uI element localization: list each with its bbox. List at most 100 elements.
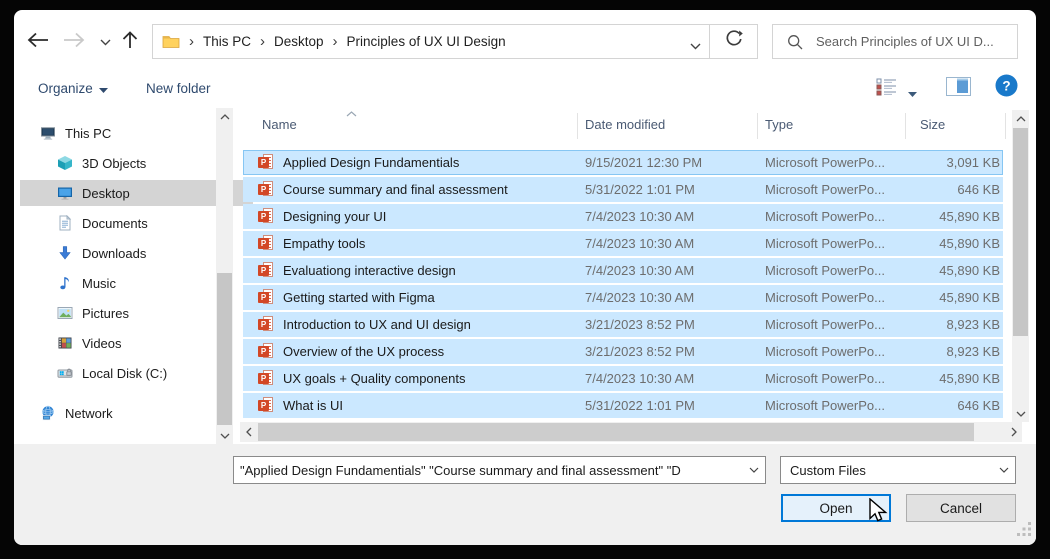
caret-down-icon bbox=[98, 81, 108, 96]
file-row-course-summary-and-final-assessment[interactable]: P Course summary and final assessment 5/… bbox=[243, 177, 1003, 202]
file-type-value: Custom Files bbox=[790, 462, 866, 478]
search-placeholder: Search Principles of UX UI D... bbox=[816, 34, 994, 49]
computer-icon bbox=[40, 125, 56, 141]
forward-button[interactable] bbox=[62, 31, 86, 53]
file-row-applied-design-fundamentials[interactable]: P Applied Design Fundamentials 9/15/2021… bbox=[243, 150, 1003, 175]
svg-text:?: ? bbox=[1002, 78, 1010, 93]
views-icon bbox=[876, 78, 897, 101]
search-icon bbox=[787, 34, 803, 50]
sidebar-item-network[interactable]: Network bbox=[20, 400, 236, 426]
column-divider[interactable] bbox=[905, 113, 906, 139]
up-button[interactable] bbox=[118, 30, 142, 53]
powerpoint-file-icon: P bbox=[258, 289, 275, 306]
powerpoint-file-icon: P bbox=[258, 262, 275, 279]
breadcrumb-separator-icon: › bbox=[189, 33, 194, 50]
breadcrumb-separator-icon: › bbox=[260, 33, 266, 50]
disk-icon bbox=[57, 365, 73, 381]
recent-locations-button[interactable] bbox=[97, 36, 113, 48]
file-row-designing-your-ui[interactable]: P Designing your UI 7/4/2023 10:30 AM Mi… bbox=[243, 204, 1003, 229]
preview-pane-button[interactable] bbox=[946, 77, 971, 101]
file-list-scrollbar-vertical[interactable] bbox=[1012, 110, 1029, 422]
refresh-button[interactable] bbox=[709, 24, 758, 59]
change-view-button[interactable] bbox=[876, 78, 897, 101]
file-date-modified: 3/21/2023 8:52 PM bbox=[585, 317, 695, 332]
scroll-left-icon[interactable] bbox=[240, 423, 257, 440]
file-size: 45,890 KB bbox=[939, 236, 1000, 251]
file-name: Introduction to UX and UI design bbox=[283, 317, 471, 332]
cancel-button-label: Cancel bbox=[939, 500, 983, 516]
file-size: 45,890 KB bbox=[939, 263, 1000, 278]
powerpoint-file-icon: P bbox=[258, 208, 275, 225]
cancel-button[interactable]: Cancel bbox=[906, 494, 1016, 522]
file-size: 646 KB bbox=[957, 398, 1000, 413]
organize-label: Organize bbox=[38, 80, 93, 96]
breadcrumb[interactable]: › This PC › Desktop › Principles of UX U… bbox=[152, 24, 710, 59]
file-size: 8,923 KB bbox=[946, 317, 1001, 332]
file-name-input[interactable]: "Applied Design Fundamentials" "Course s… bbox=[233, 456, 766, 484]
new-folder-button[interactable]: New folder bbox=[146, 76, 211, 100]
search-input[interactable]: Search Principles of UX UI D... bbox=[772, 24, 1018, 59]
scroll-up-icon[interactable] bbox=[1012, 110, 1029, 127]
powerpoint-file-icon: P bbox=[258, 235, 275, 252]
breadcrumb-separator-icon: › bbox=[332, 33, 338, 50]
resize-grip[interactable] bbox=[1016, 521, 1032, 542]
column-divider[interactable] bbox=[1005, 113, 1006, 139]
file-date-modified: 5/31/2022 1:01 PM bbox=[585, 182, 695, 197]
file-row-introduction-to-ux-and-ui-design[interactable]: P Introduction to UX and UI design 3/21/… bbox=[243, 312, 1003, 337]
cube-icon bbox=[57, 155, 73, 171]
breadcrumb-item-principles-of-ux-ui-design[interactable]: Principles of UX UI Design bbox=[347, 34, 506, 49]
column-header-type[interactable]: Type bbox=[765, 111, 793, 139]
file-row-empathy-tools[interactable]: P Empathy tools 7/4/2023 10:30 AM Micros… bbox=[243, 231, 1003, 256]
file-row-ux-goals-quality-components[interactable]: P UX goals + Quality components 7/4/2023… bbox=[243, 366, 1003, 391]
sidebar-scrollbar-thumb[interactable] bbox=[217, 273, 232, 425]
file-list-scrollbar-thumb[interactable] bbox=[1013, 128, 1028, 336]
file-row-what-is-ui[interactable]: P What is UI 5/31/2022 1:01 PM Microsoft… bbox=[243, 393, 1003, 418]
column-header-name[interactable]: Name bbox=[262, 111, 297, 139]
picture-icon bbox=[57, 305, 73, 321]
file-row-overview-of-the-ux-process[interactable]: P Overview of the UX process 3/21/2023 8… bbox=[243, 339, 1003, 364]
powerpoint-file-icon: P bbox=[258, 343, 275, 360]
file-name: Designing your UI bbox=[283, 209, 387, 224]
sidebar-scrollbar[interactable] bbox=[216, 108, 233, 444]
file-type-dropdown-chevron[interactable] bbox=[993, 457, 1015, 483]
back-button[interactable] bbox=[26, 31, 50, 53]
monitor-icon bbox=[57, 185, 73, 201]
file-size: 8,923 KB bbox=[946, 344, 1001, 359]
column-header-date-modified[interactable]: Date modified bbox=[585, 111, 665, 139]
help-button[interactable]: ? bbox=[995, 74, 1018, 102]
change-view-caret[interactable] bbox=[908, 84, 917, 102]
caret-down-icon bbox=[908, 84, 917, 102]
preview-pane-icon bbox=[946, 77, 971, 101]
file-row-evaluationg-interactive-design[interactable]: P Evaluationg interactive design 7/4/202… bbox=[243, 258, 1003, 283]
column-divider[interactable] bbox=[577, 113, 578, 139]
file-row-getting-started-with-figma[interactable]: P Getting started with Figma 7/4/2023 10… bbox=[243, 285, 1003, 310]
file-size: 646 KB bbox=[957, 182, 1000, 197]
breadcrumb-dropdown-chevron[interactable] bbox=[690, 37, 701, 55]
back-arrow-icon bbox=[27, 32, 49, 53]
scroll-up-icon[interactable] bbox=[216, 108, 233, 125]
mouse-cursor bbox=[868, 497, 890, 529]
file-list-scrollbar-horizontal[interactable] bbox=[240, 422, 1022, 442]
breadcrumb-item-this-pc[interactable]: This PC bbox=[203, 34, 251, 49]
file-name: Evaluationg interactive design bbox=[283, 263, 456, 278]
forward-arrow-icon bbox=[63, 32, 85, 53]
column-header-size[interactable]: Size bbox=[920, 111, 945, 139]
organize-button[interactable]: Organize bbox=[38, 76, 108, 100]
dialog-footer: File name: "Applied Design Fundamentials… bbox=[14, 444, 1036, 545]
file-name-value: "Applied Design Fundamentials" "Course s… bbox=[240, 462, 681, 478]
network-icon bbox=[40, 405, 56, 421]
scroll-down-icon[interactable] bbox=[216, 427, 233, 444]
file-name: Applied Design Fundamentials bbox=[283, 155, 460, 170]
scroll-down-icon[interactable] bbox=[1012, 405, 1029, 422]
powerpoint-file-icon: P bbox=[258, 370, 275, 387]
file-list-scrollbar-h-thumb[interactable] bbox=[258, 423, 974, 441]
refresh-icon bbox=[725, 30, 743, 53]
file-type-select[interactable]: Custom Files bbox=[780, 456, 1016, 484]
scroll-right-icon[interactable] bbox=[1005, 423, 1022, 440]
column-divider[interactable] bbox=[757, 113, 758, 139]
file-name: Overview of the UX process bbox=[283, 344, 445, 359]
file-name-dropdown-chevron[interactable] bbox=[743, 457, 765, 483]
open-file-dialog: › This PC › Desktop › Principles of UX U… bbox=[14, 10, 1036, 545]
sidebar-item-this-pc[interactable]: This PC bbox=[20, 120, 236, 146]
breadcrumb-item-desktop[interactable]: Desktop bbox=[274, 34, 324, 49]
